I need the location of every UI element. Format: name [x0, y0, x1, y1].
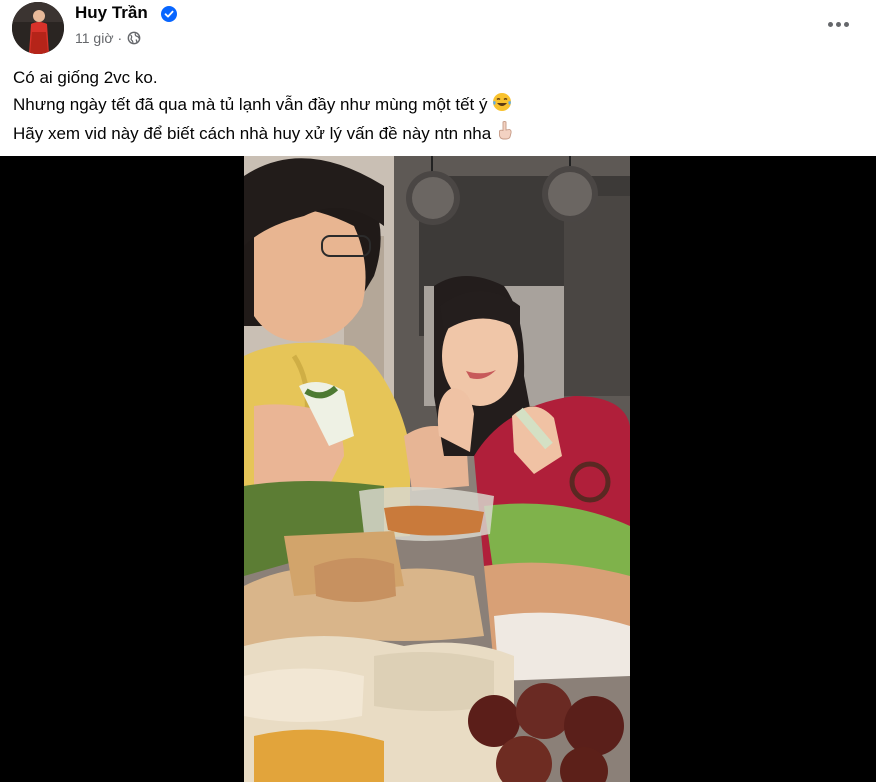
post-video[interactable]	[0, 156, 876, 782]
author-name[interactable]: Huy Trần	[75, 3, 148, 23]
post-text-line: Có ai giống 2vc ko.	[13, 68, 158, 87]
laughing-crying-emoji	[492, 92, 512, 120]
pointing-down-emoji	[495, 120, 515, 148]
post-text-line: Hãy xem vid này để biết cách nhà huy xử …	[13, 123, 492, 143]
more-dot-icon	[835, 21, 841, 27]
meta-separator: ·	[117, 30, 123, 46]
globe-icon[interactable]	[127, 31, 141, 45]
more-dot-icon	[843, 21, 849, 27]
video-thumbnail	[244, 156, 630, 782]
more-dot-icon	[827, 21, 833, 27]
post-text-line-3: Hãy xem vid này để biết cách nhà huy xử …	[13, 120, 515, 149]
post-text-line-2: Nhưng ngày tết đã qua mà tủ lạnh vẫn đầy…	[13, 91, 515, 120]
post-meta: 11 giờ ·	[75, 30, 141, 46]
more-options-button[interactable]	[818, 6, 858, 42]
facebook-post: Huy Trần 11 giờ · Có ai giống 2vc ko. Nh…	[0, 0, 876, 782]
post-header: Huy Trần 11 giờ ·	[0, 0, 876, 60]
post-time[interactable]: 11 giờ	[75, 30, 114, 46]
post-text-line: Nhưng ngày tết đã qua mà tủ lạnh vẫn đầy…	[13, 95, 488, 114]
post-text: Có ai giống 2vc ko. Nhưng ngày tết đã qu…	[13, 64, 515, 148]
avatar[interactable]	[12, 2, 64, 54]
verified-badge-icon	[161, 6, 177, 22]
